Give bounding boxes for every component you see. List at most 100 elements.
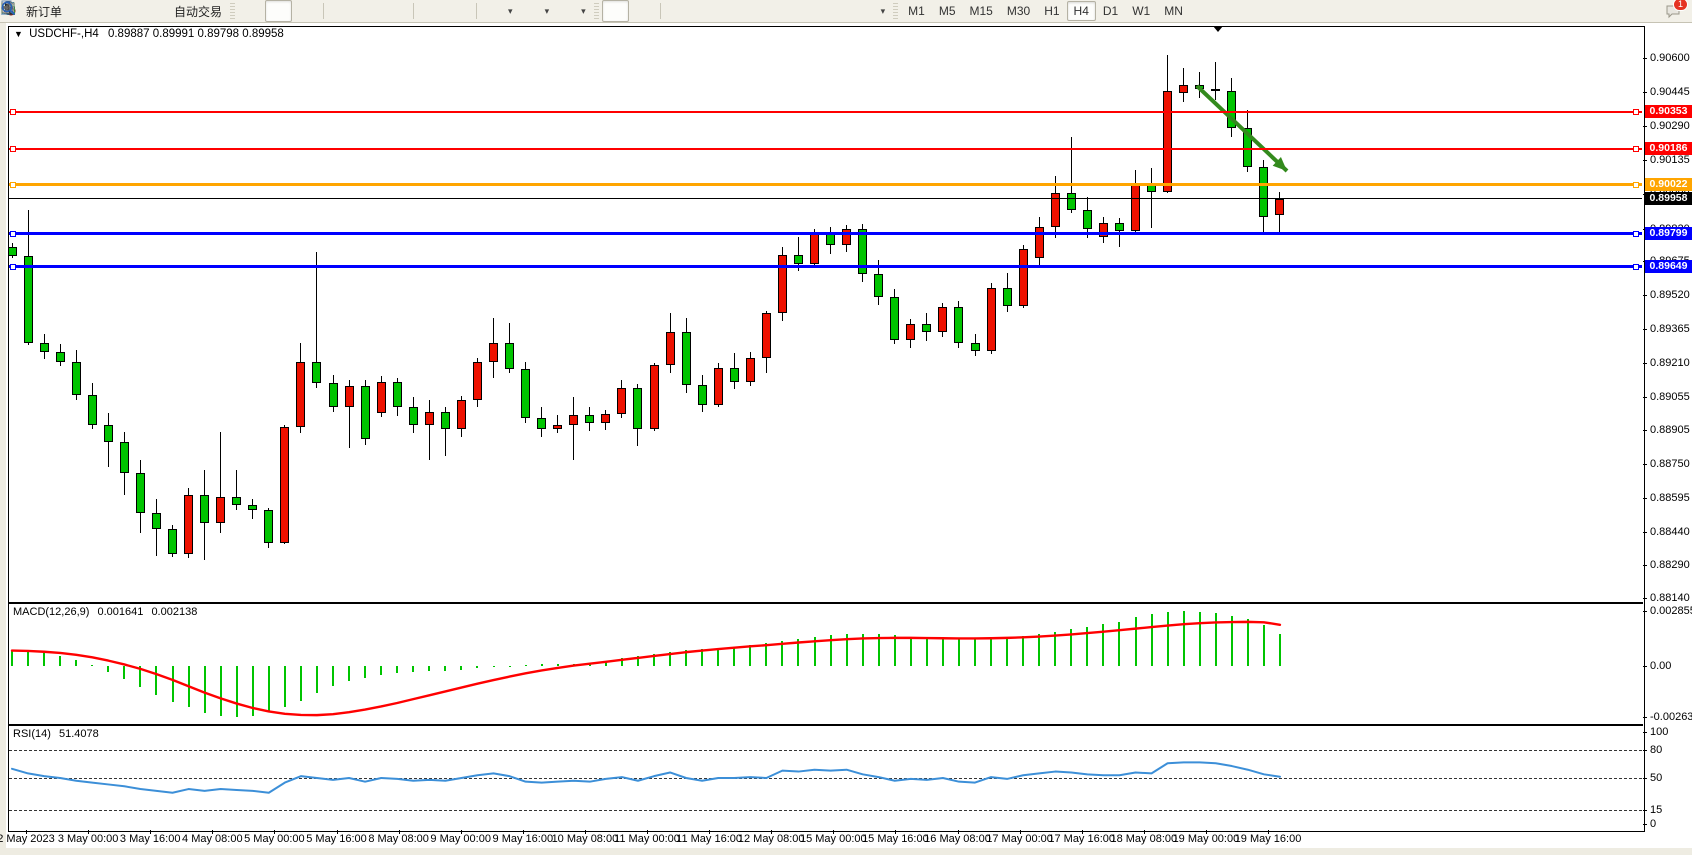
candle-bearish xyxy=(505,343,514,369)
time-axis-tick xyxy=(1268,830,1269,834)
macd-histogram-bar xyxy=(990,639,992,666)
time-axis-label: 9 May 00:00 xyxy=(430,833,491,845)
rsi-tick-label: 15 xyxy=(1650,804,1662,816)
rsi-level-line xyxy=(9,750,1642,751)
horizontal-line-object[interactable] xyxy=(9,183,1642,186)
macd-histogram-bar xyxy=(364,666,366,678)
macd-histogram-bar xyxy=(685,650,687,666)
candle-bearish xyxy=(152,513,161,529)
macd-histogram-bar xyxy=(444,666,446,671)
macd-histogram-bar xyxy=(27,650,29,666)
candle-bearish xyxy=(264,510,273,543)
time-axis-label: 19 May 00:00 xyxy=(1173,833,1240,845)
line-handle-left[interactable] xyxy=(10,264,16,270)
candle-bearish xyxy=(200,495,209,523)
candle-bullish xyxy=(1019,249,1028,306)
candle-wick xyxy=(573,397,574,460)
time-axis-tick xyxy=(399,830,400,834)
candle-bearish xyxy=(1067,193,1076,210)
macd-histogram-bar xyxy=(733,647,735,666)
line-handle-right[interactable] xyxy=(1633,264,1639,270)
price-tick-label: 0.89210 xyxy=(1650,357,1690,369)
price-tick-mark xyxy=(1643,126,1647,127)
macd-histogram-bar xyxy=(749,645,751,666)
candle-bullish xyxy=(1163,91,1172,192)
macd-histogram-bar xyxy=(43,653,45,666)
time-axis-tick xyxy=(523,830,524,834)
line-handle-right[interactable] xyxy=(1633,182,1639,188)
price-tick-mark xyxy=(1643,498,1647,499)
candle-bullish xyxy=(280,427,289,543)
price-tag: 0.90186 xyxy=(1645,142,1692,155)
line-handle-right[interactable] xyxy=(1633,109,1639,115)
time-axis-tick xyxy=(585,830,586,834)
candle-bearish xyxy=(826,234,835,245)
candle-bearish xyxy=(120,442,129,473)
macd-histogram-bar xyxy=(1054,632,1056,666)
macd-histogram-bar xyxy=(557,664,559,666)
candle-bullish xyxy=(473,362,482,400)
rsi-tick-label: 100 xyxy=(1650,726,1668,738)
price-tick-label: 0.88140 xyxy=(1650,592,1690,604)
macd-histogram-bar xyxy=(1070,629,1072,666)
macd-tick-label: -0.002634 xyxy=(1650,711,1692,723)
line-handle-left[interactable] xyxy=(10,109,16,115)
macd-histogram-bar xyxy=(1118,622,1120,666)
macd-histogram-bar xyxy=(958,639,960,666)
candle-bearish xyxy=(1195,85,1204,89)
price-tick-label: 0.90445 xyxy=(1650,86,1690,98)
rsi-tick-mark xyxy=(1643,750,1647,751)
candle-bearish xyxy=(794,255,803,264)
price-tag: 0.90022 xyxy=(1645,178,1692,191)
macd-histogram-bar xyxy=(669,652,671,666)
rsi-tick-label: 50 xyxy=(1650,772,1662,784)
macd-histogram-bar xyxy=(525,665,527,666)
chart-root[interactable]: 0.906000.904450.902900.901350.899800.898… xyxy=(0,0,1692,855)
macd-value-signal: 0.002138 xyxy=(151,606,197,618)
candle-bearish xyxy=(104,425,113,442)
rsi-tick-mark xyxy=(1643,732,1647,733)
price-tag: 0.89799 xyxy=(1645,227,1692,240)
candle-bearish xyxy=(730,368,739,382)
line-handle-left[interactable] xyxy=(10,231,16,237)
macd-histogram-bar xyxy=(878,634,880,666)
line-handle-right[interactable] xyxy=(1633,231,1639,237)
macd-histogram-bar xyxy=(1022,636,1024,666)
horizontal-line-object[interactable] xyxy=(9,148,1642,150)
macd-histogram-bar xyxy=(1183,611,1185,666)
price-tick-mark xyxy=(1643,58,1647,59)
candle-bullish xyxy=(569,415,578,425)
rsi-level-line xyxy=(9,778,1642,779)
macd-histogram-bar xyxy=(1215,613,1217,666)
macd-histogram-bar xyxy=(621,658,623,666)
candle-bearish xyxy=(874,274,883,297)
macd-histogram-bar xyxy=(91,665,93,666)
macd-histogram-bar xyxy=(460,666,462,670)
rsi-tick-label: 0 xyxy=(1650,818,1656,830)
line-handle-left[interactable] xyxy=(10,146,16,152)
line-handle-left[interactable] xyxy=(10,182,16,188)
candle-bullish xyxy=(650,365,659,429)
chart-shift-marker[interactable] xyxy=(1213,26,1223,32)
horizontal-line-object[interactable] xyxy=(9,232,1642,235)
macd-histogram-bar xyxy=(236,666,238,717)
candle-bearish xyxy=(1115,223,1124,231)
horizontal-line-object[interactable] xyxy=(9,265,1642,268)
candle-bearish xyxy=(633,388,642,429)
horizontal-line-object[interactable] xyxy=(9,198,1642,199)
macd-tick-mark xyxy=(1643,611,1647,612)
line-handle-right[interactable] xyxy=(1633,146,1639,152)
candle-bullish xyxy=(778,255,787,313)
candle-bearish xyxy=(72,362,81,395)
quote-dropdown-icon[interactable]: ▼ xyxy=(14,29,23,39)
macd-histogram-bar xyxy=(509,666,511,667)
macd-histogram-bar xyxy=(1279,634,1281,666)
macd-histogram-bar xyxy=(862,634,864,666)
macd-histogram-bar xyxy=(348,666,350,681)
price-tick-mark xyxy=(1643,464,1647,465)
price-tick-mark xyxy=(1643,363,1647,364)
horizontal-line-object[interactable] xyxy=(9,111,1642,113)
pane-separator xyxy=(8,725,1643,726)
price-tick-label: 0.88440 xyxy=(1650,526,1690,538)
candle-bullish xyxy=(746,358,755,382)
